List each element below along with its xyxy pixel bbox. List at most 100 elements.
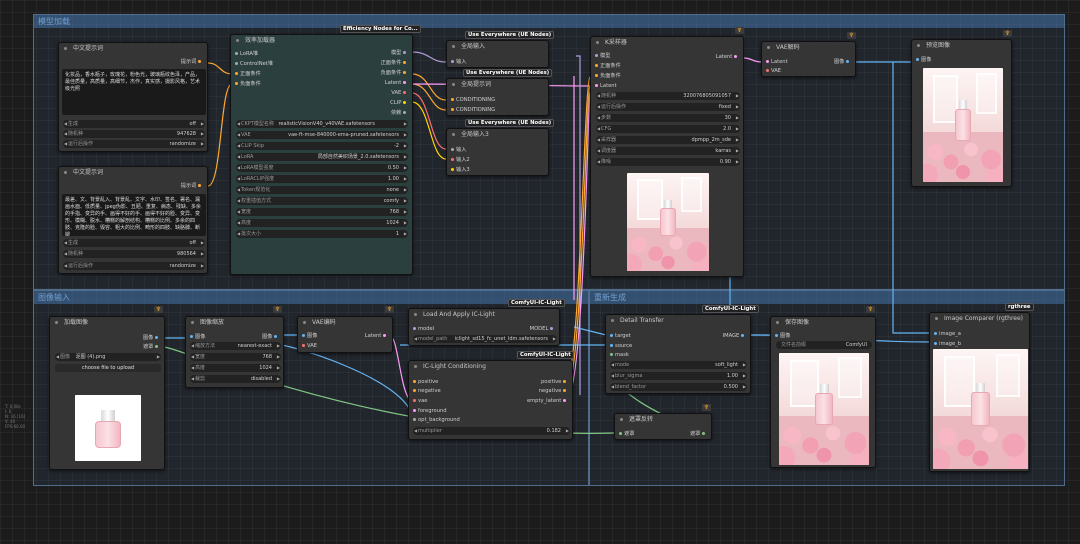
node-save-image[interactable]: 保存图像 图像 文件名前缀 ComfyUI [770,316,876,468]
pin-icon[interactable]: ♆ [866,306,875,313]
comparer-image[interactable] [933,349,1028,469]
node-title[interactable]: Load And Apply IC-Light [409,309,559,320]
pin-icon[interactable]: ♆ [847,32,856,39]
pin-icon[interactable]: ♆ [702,404,711,411]
pin-icon[interactable]: ♆ [273,306,282,313]
input-positive[interactable]: positive [413,378,438,386]
node-title[interactable]: 中文提示词 [59,167,207,178]
output-mask[interactable]: 遮罩 [690,430,707,438]
widget-seed[interactable]: 随机种 980564 [63,250,205,258]
node-vae-decode[interactable]: VAE解码 Latent VAE 图像 [761,41,856,77]
node-title[interactable]: IC-Light Conditioning [409,361,572,372]
node-title[interactable]: 加载图像 [50,317,164,328]
node-title[interactable]: 预览图像 [912,40,1011,51]
input-negative[interactable]: 负面条件 [235,80,261,88]
input-image-a[interactable]: image_a [934,330,961,338]
input-image-b[interactable]: image_b [934,340,961,348]
widget-height[interactable]: 高度 1024 [190,364,281,372]
node-title[interactable]: Detail Transfer [606,315,750,326]
node-preview-image[interactable]: 预览图像 图像 [911,39,1012,187]
output-image[interactable]: 图像 [834,58,851,66]
output-clip[interactable]: CLIP [390,99,408,107]
node-efficient-loader[interactable]: 效率加载器 LoRA堆 ControlNet堆 正面条件 负面条件 模型 正面条… [230,34,413,275]
output-negative[interactable]: 负面条件 [381,69,408,77]
output-model[interactable]: MODEL [530,325,555,333]
output-latent[interactable]: Latent [716,53,739,61]
node-title[interactable]: 全局提示词 [447,79,548,90]
widget-token-norm[interactable]: Token规范化 none [236,186,408,194]
output-prompt[interactable]: 提示词 [181,182,203,190]
widget-steps[interactable]: 步数 30 [596,114,740,122]
widget-filename-prefix[interactable]: 文件名前缀 ComfyUI [776,341,872,349]
input-latent[interactable]: Latent [595,82,617,90]
output-positive[interactable]: positive [541,378,568,386]
input-model[interactable]: 模型 [595,52,610,60]
widget-blend-factor[interactable]: blend_factor 0.500 [610,383,747,391]
input-image[interactable]: 图像 [916,56,931,64]
input-vae[interactable]: vae [413,397,427,405]
node-prompt-positive[interactable]: 中文提示词 提示词 化妆品，香水瓶子，玫瑰花，粉色光，玻璃瓶纹色泽，产品，最佳质… [58,42,208,152]
input-2[interactable]: 输入2 [451,156,470,164]
widget-model-path[interactable]: model_path iclight_sd15_fc_unet_ldm.safet… [413,335,557,343]
widget-batch-size[interactable]: 批次大小 1 [236,230,408,238]
node-global-input[interactable]: 全局输入 输入 [446,40,549,68]
input-source[interactable]: source [610,342,632,350]
input-controlnet-stack[interactable]: ControlNet堆 [235,60,273,68]
output-image[interactable]: 图像 [262,333,279,341]
group-title-model-loading[interactable]: 模型加载 [34,15,1064,28]
widget-clip-skip[interactable]: CLIP Skip -2 [236,142,408,150]
widget-seed[interactable]: 随机种 947628 [63,130,205,138]
node-global-prompt[interactable]: 全局提示词 CONDITIONING CONDITIONING [446,78,549,116]
input-conditioning-2[interactable]: CONDITIONING [451,106,495,114]
widget-height[interactable]: 高度 1024 [236,219,408,227]
input-mask[interactable]: mask [610,351,629,359]
widget-lora-clip-strength[interactable]: LoRACLIP强度 1.00 [236,175,408,183]
node-load-image[interactable]: 加载图像 图像 遮罩 图像 泥图 (4).png choose file to … [49,316,165,470]
node-iclight-conditioning[interactable]: IC-Light Conditioning positive negative … [408,360,573,440]
input-3[interactable]: 输入3 [451,166,470,174]
output-dependencies[interactable]: 依赖 [391,109,408,117]
input-model[interactable]: model [413,325,434,333]
widget-generate[interactable]: 生成 off [63,239,205,247]
widget-after-run[interactable]: 运行后操作 fixed [596,103,740,111]
input-lora-stack[interactable]: LoRA堆 [235,50,258,58]
input-foreground[interactable]: foreground [413,407,447,415]
upload-button[interactable]: choose file to upload [55,364,161,372]
widget-scheduler[interactable]: 调度器 karras [596,147,740,155]
node-title[interactable]: 中文提示词 [59,43,207,54]
widget-image[interactable]: 图像 泥图 (4).png [55,353,161,361]
input-negative[interactable]: negative [413,387,441,395]
widget-generate[interactable]: 生成 off [63,120,205,128]
node-detail-transfer[interactable]: Detail Transfer target source mask IMAGE… [605,314,751,394]
node-iclight-load[interactable]: Load And Apply IC-Light model MODEL mode… [408,308,560,346]
input-image[interactable]: 图像 [302,332,317,340]
node-vae-encode[interactable]: VAE编码 图像 VAE Latent [297,316,393,353]
node-title[interactable]: VAE解码 [762,42,855,53]
output-image[interactable]: IMAGE [723,332,746,340]
widget-multiplier[interactable]: multiplier 0.182 [413,427,570,435]
widget-mode[interactable]: mode soft_light [610,361,747,369]
output-vae[interactable]: VAE [391,89,408,97]
node-prompt-negative[interactable]: 中文提示词 提示词 最差、文、背景乱入、背景乱、文字、水印、签名、署名、漏画水面… [58,166,208,274]
node-title[interactable]: 效率加载器 [231,35,412,46]
input-latent[interactable]: Latent [766,58,788,66]
widget-width[interactable]: 宽度 768 [236,208,408,216]
output-empty-latent[interactable]: empty_latent [527,397,568,405]
input-mask[interactable]: 遮罩 [619,430,634,438]
node-title[interactable]: 全局输入 [447,41,548,52]
widget-scale-method[interactable]: 缩放方法 nearest-exact [190,342,281,350]
node-ksampler[interactable]: K采样器 模型 正面条件 负面条件 Latent Latent 随机种 32007… [590,36,744,277]
prompt-textarea[interactable]: 化妆品，香水瓶子，玫瑰花，粉色光，玻璃瓶纹色泽，产品，最佳质量，高质量，高细节，… [62,69,206,115]
pin-icon[interactable]: ♆ [735,27,744,34]
widget-seed[interactable]: 随机种 320076805091057 [596,92,740,100]
input-positive[interactable]: 正面条件 [595,62,621,70]
node-title[interactable]: K采样器 [591,37,743,48]
prompt-textarea[interactable]: 最差、文、背景乱入、背景乱、文字、水印、签名、署名、漏画水面、低质量、jpeg伪… [62,194,206,236]
widget-after-run[interactable]: 运行后操作 randomize [63,140,205,148]
widget-vae[interactable]: VAE vae-ft-mse-840000-ema-pruned.safetens… [236,131,408,139]
node-title[interactable]: VAE编码 [298,317,392,328]
input-positive[interactable]: 正面条件 [235,70,261,78]
widget-crop[interactable]: 裁剪 disabled [190,375,281,383]
node-mask-invert[interactable]: 遮罩反转 遮罩 遮罩 [614,413,712,440]
node-image-comparer[interactable]: Image Comparer (rgthree) image_a image_b [929,312,1030,472]
